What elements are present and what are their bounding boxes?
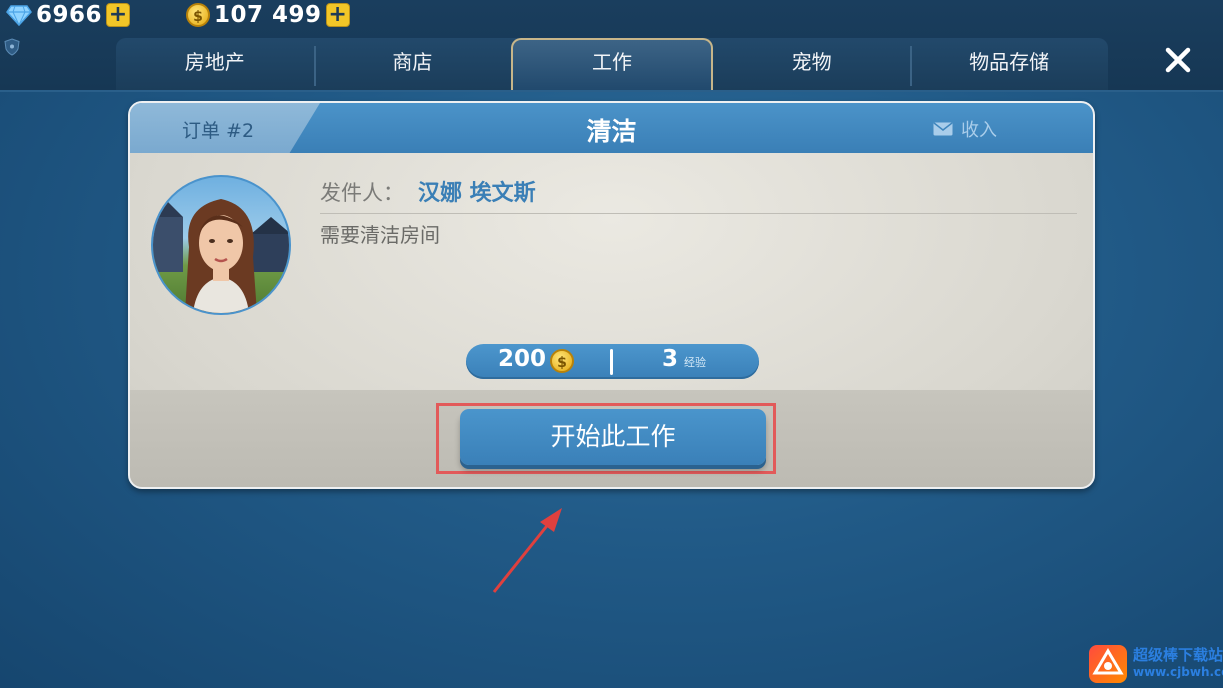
job-description: 需要清洁房间 <box>320 223 440 247</box>
gem-count: 6966 <box>36 2 103 28</box>
start-job-button[interactable]: 开始此工作 <box>460 409 766 465</box>
watermark: 超级棒下载站 www.cjbwh.com <box>1089 645 1223 683</box>
divider <box>320 213 1077 214</box>
coin-icon: $ <box>186 3 210 27</box>
inbox-text: 收入 <box>961 120 997 141</box>
coin-icon: $ <box>550 349 574 373</box>
sender-avatar <box>151 175 291 315</box>
tab-jobs[interactable]: 工作 <box>511 38 713 90</box>
watermark-url: www.cjbwh.com <box>1133 665 1223 679</box>
tab-real-estate[interactable]: 房地产 <box>116 38 314 90</box>
inbox-label: 收入 <box>933 116 997 142</box>
close-icon[interactable] <box>1160 42 1196 78</box>
sender-row: 发件人： 汉娜 埃文斯 <box>320 175 536 207</box>
coin-counter: $ 107 499 + <box>186 2 350 28</box>
envelope-icon <box>933 122 953 136</box>
add-coins-button[interactable]: + <box>325 3 350 27</box>
shield-icon[interactable] <box>4 38 20 56</box>
portrait-image <box>153 199 289 313</box>
tab-shop[interactable]: 商店 <box>313 38 512 90</box>
xp-label: 经验 <box>684 356 706 369</box>
coin-count: 107 499 <box>214 2 322 28</box>
tab-storage[interactable]: 物品存储 <box>910 38 1108 90</box>
reward-coins: 200 <box>498 346 547 372</box>
pointer-arrow <box>492 508 562 593</box>
reward-separator <box>610 349 613 375</box>
watermark-logo <box>1089 645 1127 683</box>
reward-pill: 200 $ 3 经验 <box>466 344 759 379</box>
job-card: 订单 #2 清洁 收入 发件人： 汉娜 埃文斯 需要清洁房间 200 $ 3 经… <box>128 101 1095 489</box>
sender-label: 发件人： <box>320 181 404 205</box>
reward-xp: 3 <box>662 346 679 372</box>
sender-name: 汉娜 埃文斯 <box>418 181 536 206</box>
diamond-icon <box>6 5 32 26</box>
add-gems-button[interactable]: + <box>106 3 131 27</box>
main-tabs: 房地产 商店 工作 宠物 物品存储 <box>116 38 1108 90</box>
tab-pets[interactable]: 宠物 <box>713 38 911 90</box>
watermark-name: 超级棒下载站 <box>1133 646 1223 664</box>
gem-counter: 6966 + <box>6 2 131 28</box>
